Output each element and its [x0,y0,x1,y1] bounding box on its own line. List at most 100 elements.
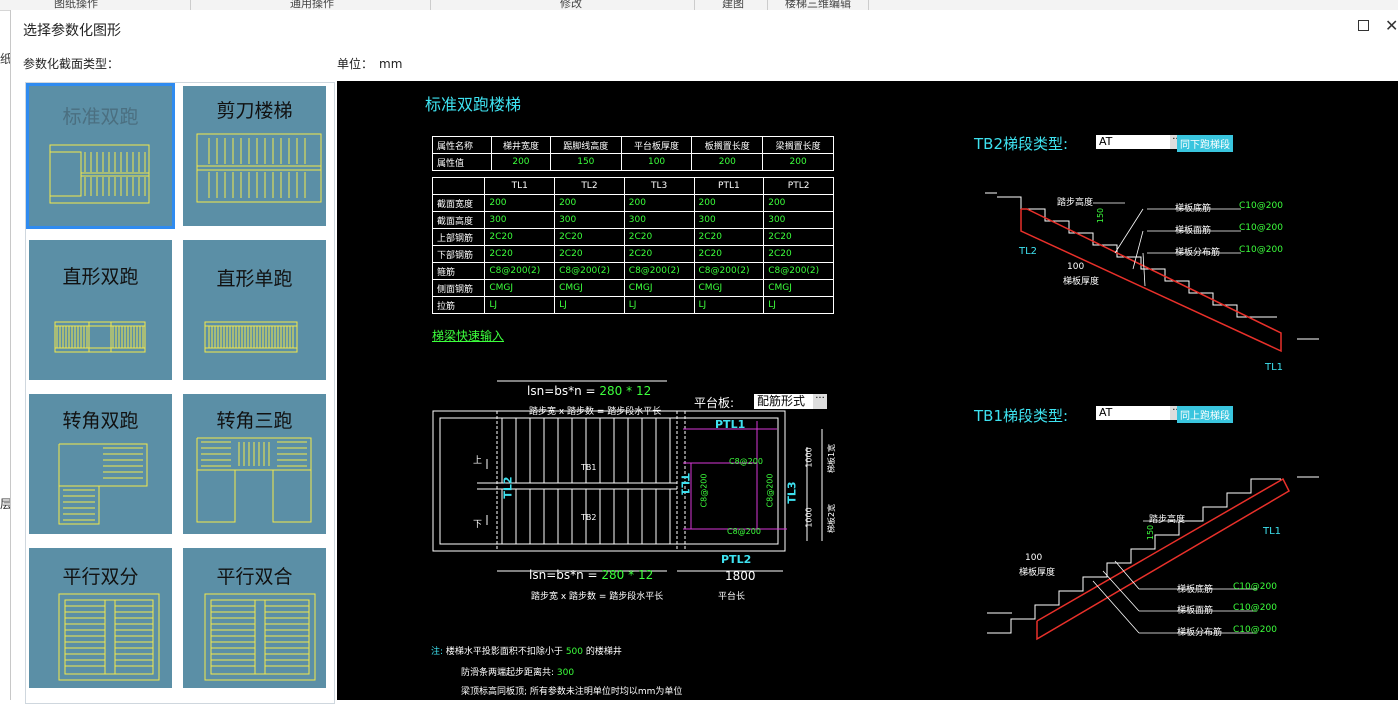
table-cell[interactable]: LJ [763,296,834,314]
tb1-top-bar: 梯板面筋 [1177,606,1214,616]
tb2-dist-val: C10@200 [1239,245,1283,255]
table-row: 侧面钢筋 CMGJ CMGJ CMGJ CMGJ CMGJ [431,279,834,297]
bottom-formula: lsn=bs*n = 280 * 12 [529,568,653,582]
close-icon[interactable]: ✕ [1385,16,1398,35]
table-cell[interactable]: LJ [484,296,556,314]
table-row: 截面宽度 200 200 200 200 200 [431,194,834,212]
parametric-shape-dialog: 选择参数化图形 ✕ 参数化截面类型： 单位： mm 标准双跑 剪刀楼梯 直形双跑… [10,10,1398,704]
table-cell: 下部钢筋 [431,245,486,263]
gallery-item-scissor[interactable]: 剪刀楼梯 [183,86,326,226]
tb2-title: TB2梯段类型: [974,135,1069,153]
table-header: 梯井宽度 [490,136,551,154]
table-cell: 拉筋 [431,296,486,314]
dialog-title: 选择参数化图形 [23,23,121,39]
gallery-item-straight-single[interactable]: 直形单跑 [183,240,326,380]
table-cell: 上部钢筋 [431,228,486,246]
table-cell[interactable]: C8@200(2) [484,262,556,280]
unit-value: mm [379,57,403,71]
table-header: TL2 [554,177,625,195]
gallery-item-parallel-merge[interactable]: 平行双合 [183,548,326,688]
table-cell[interactable]: CMGJ [693,279,765,297]
gallery-item-corner-double[interactable]: 转角双跑 [29,394,172,534]
table-cell[interactable]: 200 [763,194,834,212]
table-cell[interactable]: 200 [554,194,625,212]
table-cell[interactable]: 2C20 [554,228,625,246]
table-cell[interactable]: LJ [554,296,625,314]
table-cell[interactable]: LJ [693,296,765,314]
corner-triple-icon [196,437,312,523]
gallery-item-parallel-split[interactable]: 平行双分 [29,548,172,688]
table-header: PTL2 [763,177,834,195]
table-cell[interactable]: 200 [623,194,695,212]
table-cell[interactable]: 2C20 [623,245,695,263]
note-text: 楼梯水平投影面积不扣除小于 [445,647,563,657]
table-cell[interactable]: CMGJ [554,279,625,297]
table-cell[interactable]: 2C20 [554,245,625,263]
table-cell[interactable]: 200 [484,194,556,212]
platform-select[interactable]: 配筋形式 [754,394,816,409]
table-cell[interactable]: 100 [620,153,693,171]
top-formula: lsn=bs*n = 280 * 12 [527,384,651,398]
table-cell[interactable]: 2C20 [693,228,765,246]
table-cell[interactable]: CMGJ [623,279,695,297]
table-cell[interactable]: 300 [484,211,556,229]
beam-quick-input-link[interactable]: 梯梁快速输入 [432,327,504,344]
plan-tl2-label: TL2 [501,476,515,499]
table-cell[interactable]: 300 [763,211,834,229]
cad-preview: 标准双跑楼梯 属性名称 梯井宽度 踢脚线高度 平台板厚度 板搁置长度 梁搁置长度… [337,81,1398,700]
table-cell[interactable]: 2C20 [693,245,765,263]
table-cell[interactable]: 2C20 [763,228,834,246]
tb1-top-val: C10@200 [1233,603,1277,613]
tb2-type-select[interactable]: AT [1096,135,1172,149]
plan-dim-1: 1000 [804,447,814,468]
table-cell[interactable]: C8@200(2) [554,262,625,280]
tb2-copy-button[interactable]: 同下跑梯段 [1177,135,1233,152]
table-row: 拉筋 LJ LJ LJ LJ LJ [431,296,834,314]
table-cell[interactable]: 200 [490,153,551,171]
table-header: TL3 [623,177,695,195]
tb1-copy-button[interactable]: 同上跑梯段 [1177,406,1233,423]
table-cell[interactable]: 200 [762,153,834,171]
note-value: 300 [556,668,575,678]
plan-width-2: 梯板2宽 [827,503,837,534]
note-suffix: 的楼梯井 [585,647,622,657]
maximize-icon[interactable] [1358,20,1369,31]
table-cell[interactable]: CMGJ [763,279,834,297]
platform-more-button[interactable]: ··· [813,394,827,409]
tb2-bottom-val: C10@200 [1239,201,1283,211]
table-cell[interactable]: 2C20 [763,245,834,263]
table-cell[interactable]: 300 [693,211,765,229]
platform-length-note: 平台长 [718,592,746,602]
table-cell[interactable]: C8@200(2) [763,262,834,280]
plan-tl1-label: TL1 [678,473,692,496]
table-cell[interactable]: CMGJ [484,279,556,297]
table-cell[interactable]: 2C20 [623,228,695,246]
plan-dim-2: 1000 [804,507,814,528]
table-cell[interactable]: LJ [623,296,695,314]
formula-value: 280 * 12 [601,568,654,582]
tb1-tl1: TL1 [1263,526,1282,537]
table-cell[interactable]: 150 [549,153,622,171]
table-cell[interactable]: 300 [623,211,695,229]
table-cell[interactable]: 300 [554,211,625,229]
plan-rebar-3: C8@200 [699,473,709,508]
platform-label: 平台板: [694,396,735,410]
gallery-item-straight-double[interactable]: 直形双跑 [29,240,172,380]
table-row: 上部钢筋 2C20 2C20 2C20 2C20 2C20 [431,228,834,246]
table-cell[interactable]: 200 [693,194,765,212]
table-header: 属性名称 [432,136,492,154]
gallery-item-corner-triple[interactable]: 转角三跑 [183,394,326,534]
table-cell[interactable]: 200 [691,153,764,171]
table-cell[interactable]: 2C20 [484,228,556,246]
gallery-item-standard-double[interactable]: 标准双跑 [26,83,175,229]
table-cell[interactable]: 2C20 [484,245,556,263]
plan-ptl1-label: PTL1 [715,418,746,431]
table-cell[interactable]: C8@200(2) [693,262,765,280]
table-row: TL1 TL2 TL3 PTL1 PTL2 [431,177,834,195]
plan-rebar-2: C8@200 [727,527,761,536]
table-cell[interactable]: C8@200(2) [623,262,695,280]
table-row: 属性名称 梯井宽度 踢脚线高度 平台板厚度 板搁置长度 梁搁置长度 [432,136,834,154]
table-header [431,177,486,195]
note-line-1: 注: 楼梯水平投影面积不扣除小于 500 的楼梯井 [431,644,622,657]
tb1-type-select[interactable]: AT [1096,406,1172,420]
